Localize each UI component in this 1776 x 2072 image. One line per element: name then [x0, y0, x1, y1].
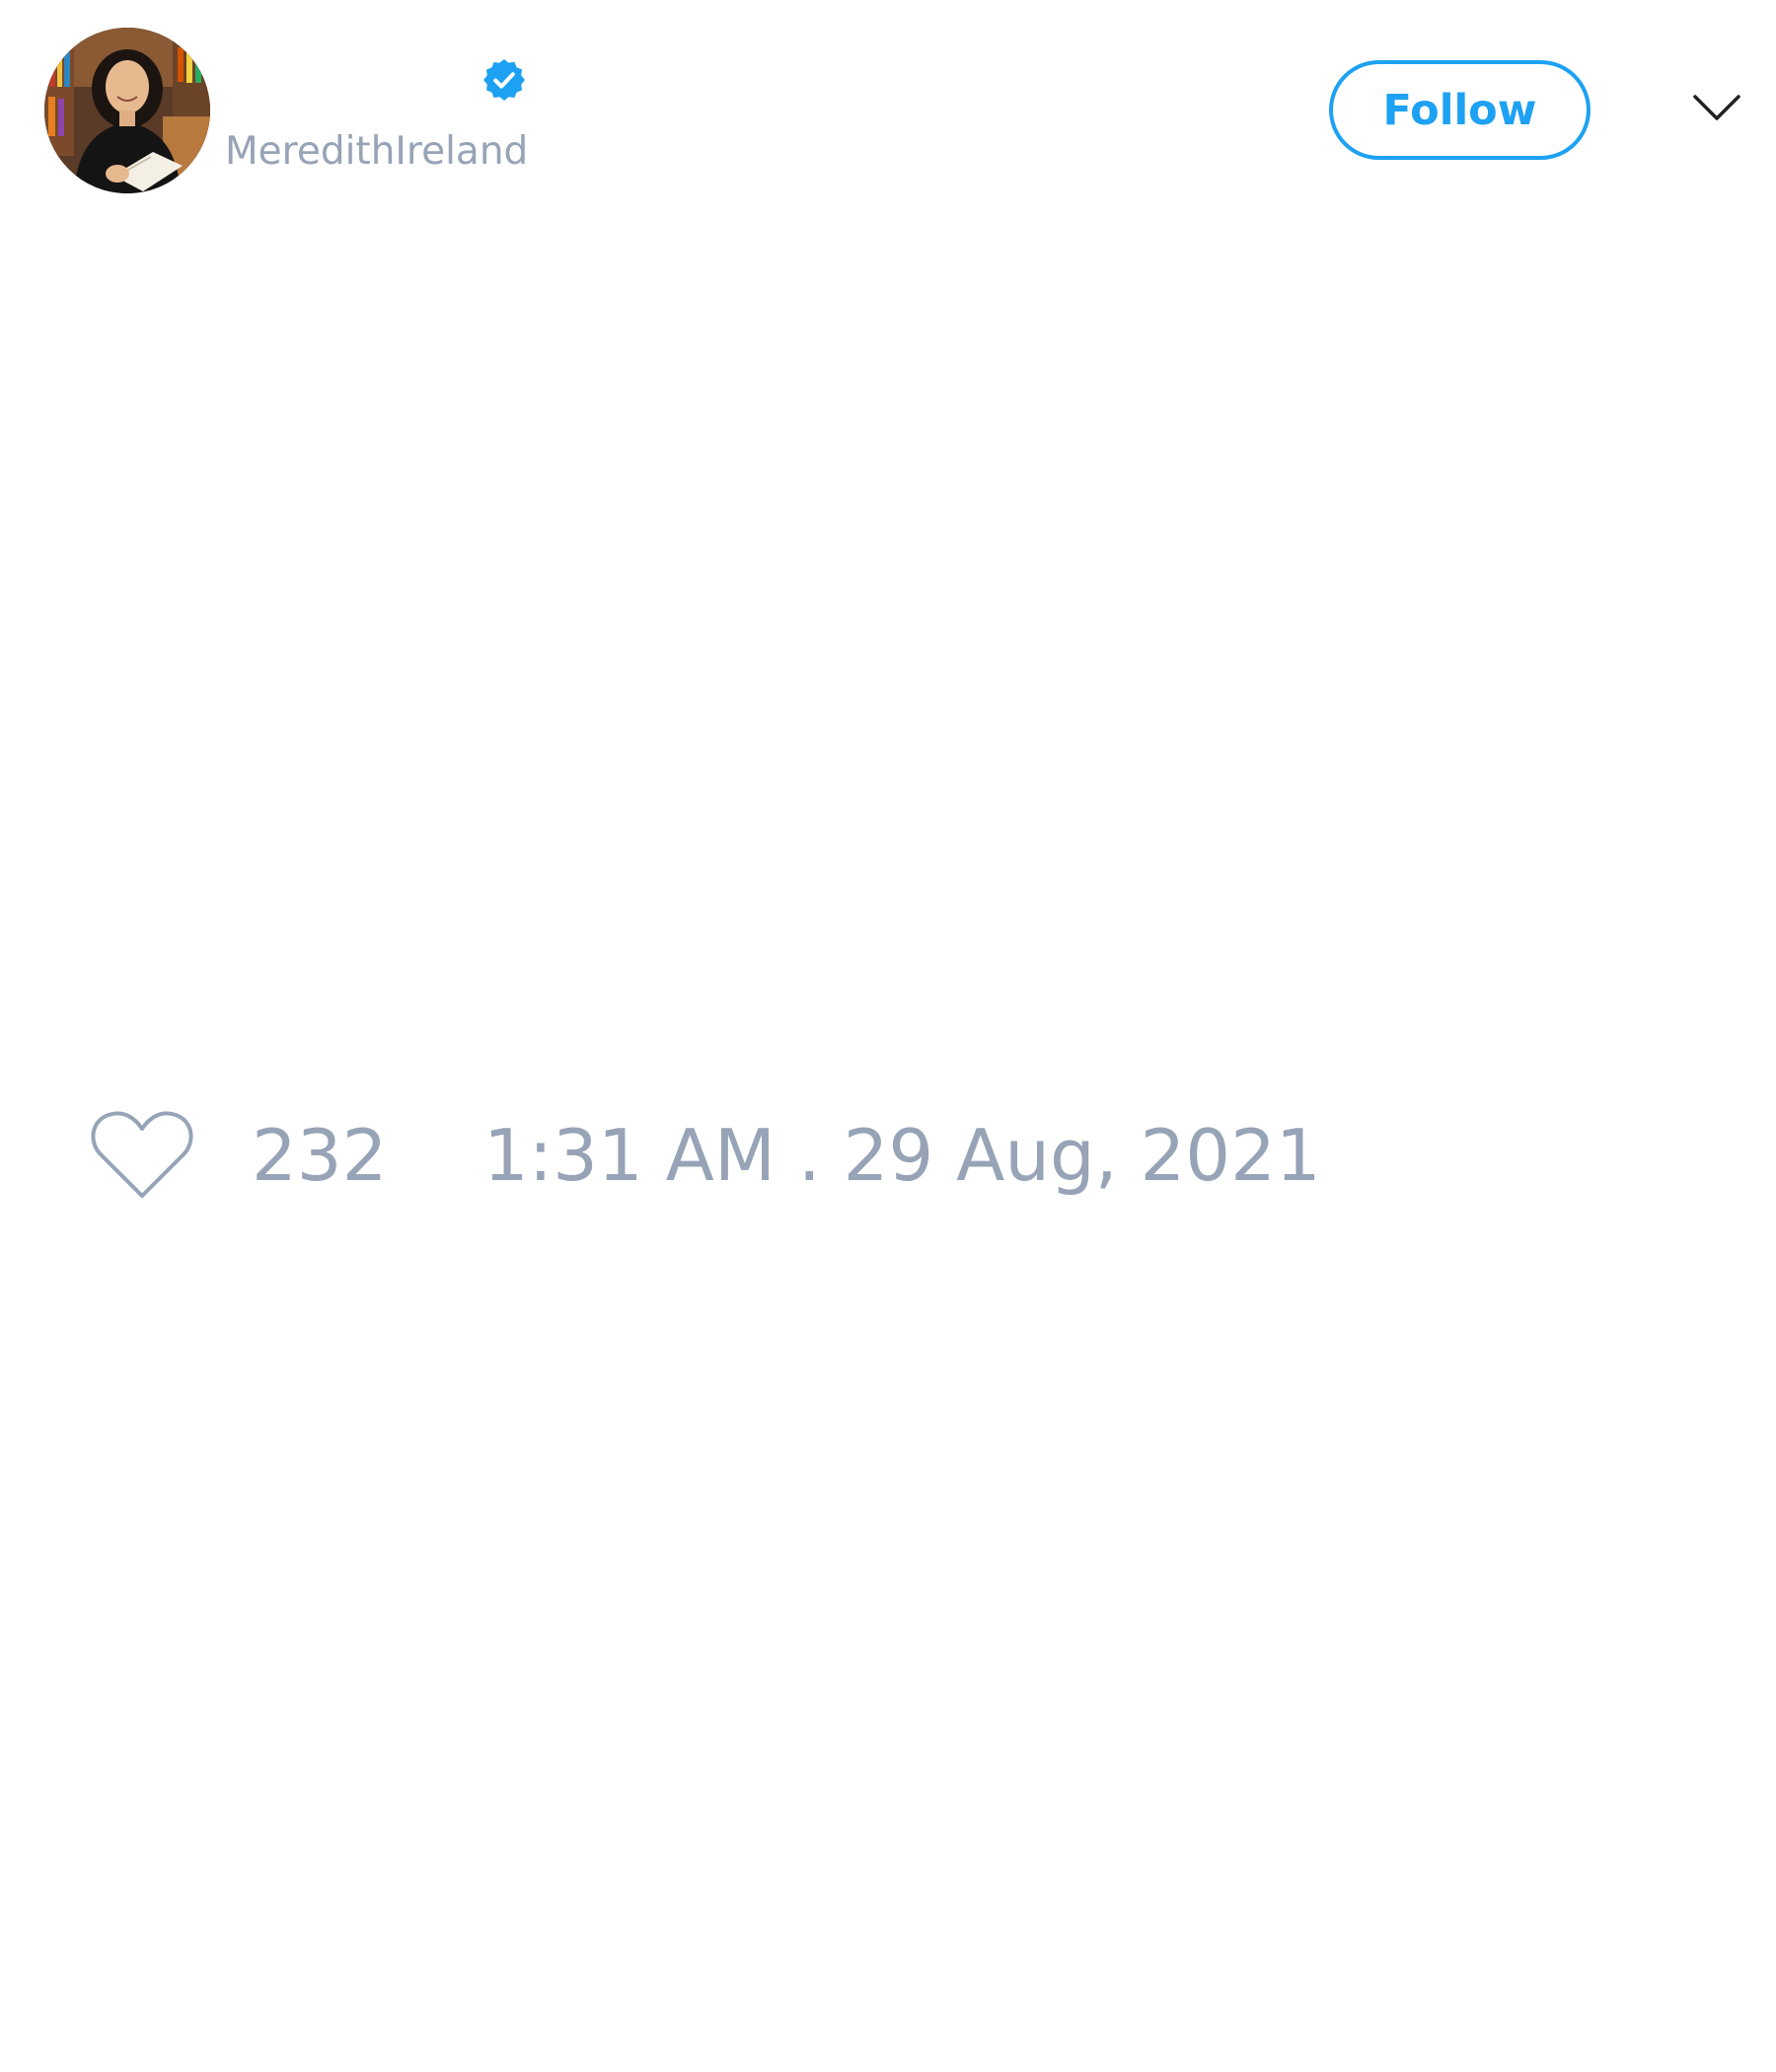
- like-count: 232: [252, 1114, 388, 1197]
- chevron-down-icon[interactable]: [1692, 91, 1741, 124]
- follow-button[interactable]: Follow: [1329, 60, 1591, 160]
- verified-badge-icon: [483, 59, 525, 101]
- tweet-timestamp[interactable]: 1:31 AM . 29 Aug, 2021: [483, 1113, 1321, 1198]
- avatar[interactable]: [44, 28, 210, 193]
- heart-icon[interactable]: [89, 1107, 195, 1202]
- profile-photo-icon: [44, 28, 210, 193]
- user-handle[interactable]: MeredithIreland: [225, 126, 528, 178]
